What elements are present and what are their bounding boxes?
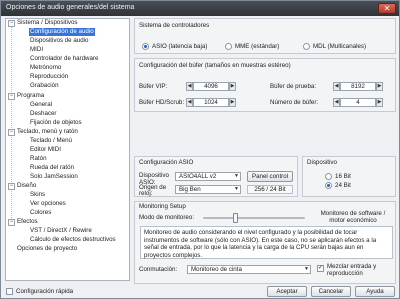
spin-down-icon[interactable]: ◀ [333, 98, 340, 107]
hdscrub-buffer-label: Búfer HD/Scrub: [139, 99, 185, 106]
test-buffer-field[interactable]: 8192 [340, 82, 376, 91]
test-buffer-label: Búfer de prueba: [270, 83, 317, 90]
chevron-down-icon: ▼ [234, 186, 239, 192]
tree-group-system-devices[interactable]: Sistema / Dispositivos [17, 19, 78, 27]
hdscrub-buffer-field[interactable]: 1024 [193, 98, 229, 107]
settings-tree[interactable]: − Sistema / Dispositivos Configuración d… [5, 18, 130, 281]
spin-up-icon[interactable]: ▶ [229, 98, 236, 107]
vip-buffer-label: Búfer VIP: [139, 83, 168, 90]
mdl-label[interactable]: MDL (Multicanales) [313, 43, 366, 50]
chevron-down-icon: ▼ [234, 173, 239, 179]
asio-label[interactable]: ASIO (latencia baja) [152, 43, 207, 50]
monitoring-slider-right-label: Monitoreo de software / motor económico [320, 210, 386, 224]
asio-radio[interactable] [142, 43, 149, 50]
tree-item-metronome[interactable]: Metrónomo [30, 64, 61, 72]
collapse-icon[interactable]: − [8, 219, 15, 226]
tree-item-undo[interactable]: Deshacer [30, 110, 56, 118]
window-title: Opciones de audio generales/del sistema [6, 4, 135, 11]
mix-input-label[interactable]: Mezclar entrada y reproducción [327, 263, 393, 277]
spin-down-icon[interactable]: ◀ [333, 82, 340, 91]
clock-source-select[interactable]: Big Ben ▼ [175, 185, 241, 194]
driver-system-group: Sistema de controladores ASIO (latencia … [134, 18, 396, 54]
asio-config-group: Configuración ASIO Dispositivo ASIO: ASI… [134, 156, 298, 197]
tree-item-jamsession[interactable]: Solo JamSession [30, 173, 78, 181]
device-group: Dispositivo 16 Bit 24 Bit [302, 156, 396, 197]
spin-up-icon[interactable]: ▶ [376, 82, 383, 91]
tree-item-keyboard-menu[interactable]: Teclado / Menú [30, 137, 72, 145]
monitoring-title: Monitoring Setup [139, 203, 186, 210]
chevron-down-icon: ▼ [304, 266, 309, 272]
tree-item-skins[interactable]: Skins [30, 191, 45, 199]
switching-value: Monitoreo de cinta [191, 266, 242, 273]
mix-input-checkbox[interactable]: ✓ [317, 265, 324, 272]
help-button[interactable]: Ayuda [355, 286, 395, 297]
buffer-config-group: Configuración del búfer (tamaños en mues… [134, 58, 396, 112]
tree-item-recording[interactable]: Grabación [30, 82, 59, 90]
asio-config-title: Configuración ASIO [139, 159, 194, 166]
collapse-icon[interactable]: − [8, 20, 15, 27]
tree-item-colors[interactable]: Colores [30, 209, 51, 217]
monitoring-slider-track[interactable] [203, 217, 305, 219]
tree-item-view-options[interactable]: Ver opciones [30, 200, 66, 208]
close-button[interactable]: ✕ [378, 3, 396, 14]
collapse-icon[interactable]: − [8, 129, 15, 136]
tree-item-object-snap[interactable]: Fijación de objetos [30, 119, 82, 127]
16bit-label[interactable]: 16 Bit [335, 173, 351, 180]
monitoring-mode-label: Modo de monitoreo: [139, 214, 195, 221]
accept-button[interactable]: Aceptar [267, 286, 307, 297]
spin-down-icon[interactable]: ◀ [186, 82, 193, 91]
switching-select[interactable]: Monitoreo de cinta ▼ [187, 265, 311, 274]
mme-label[interactable]: MME (estándar) [235, 43, 279, 50]
tree-item-mouse-wheel[interactable]: Rueda del ratón [30, 164, 74, 172]
device-title: Dispositivo [307, 159, 337, 166]
control-panel-button[interactable]: Panel control [247, 171, 293, 182]
24bit-radio[interactable] [325, 182, 332, 189]
spin-up-icon[interactable]: ▶ [229, 82, 236, 91]
mme-radio[interactable] [225, 43, 232, 50]
tree-item-audio-config[interactable]: Configuración de audio [29, 28, 95, 36]
spin-up-icon[interactable]: ▶ [376, 98, 383, 107]
monitoring-description: Monitoreo de audio considerando el nivel… [140, 226, 393, 259]
tree-item-destructive-effects[interactable]: Cálculo de efectos destructivos [30, 236, 116, 244]
tree-item-playback[interactable]: Reproducción [30, 73, 68, 81]
tree-group-design[interactable]: Diseño [17, 182, 36, 190]
spin-down-icon[interactable]: ◀ [186, 98, 193, 107]
switching-label: Conmutación: [139, 266, 178, 273]
channel-readout: 256 / 24 Bit [247, 185, 293, 194]
asio-device-select[interactable]: ASIO4ALL v2 ▼ [175, 172, 241, 181]
quick-config-checkbox[interactable] [6, 288, 13, 295]
driver-system-title: Sistema de controladores [139, 22, 210, 29]
tree-item-hardware-controller[interactable]: Controlador de hardware [30, 55, 98, 63]
tree-group-program[interactable]: Programa [17, 92, 44, 100]
buffer-count-label: Número de búfer: [270, 99, 319, 106]
tree-connector [11, 23, 12, 224]
collapse-icon[interactable]: − [8, 93, 15, 100]
tree-item-midi-editor[interactable]: Editor MIDI [30, 146, 61, 154]
tree-item-audio-devices[interactable]: Dispositivos de audio [30, 37, 88, 45]
buffer-count-field[interactable]: 4 [340, 98, 376, 107]
quick-config-label[interactable]: Configuración rápida [16, 288, 73, 295]
audio-options-window: Opciones de audio generales/del sistema … [0, 0, 400, 299]
asio-device-value: ASIO4ALL v2 [179, 173, 217, 180]
16bit-radio[interactable] [325, 173, 332, 180]
title-bar[interactable]: Opciones de audio generales/del sistema … [1, 1, 399, 16]
tree-item-general[interactable]: General [30, 101, 52, 109]
tree-item-project-options[interactable]: Opciones de proyecto [17, 245, 77, 253]
vip-buffer-field[interactable]: 4096 [193, 82, 229, 91]
monitoring-slider-handle[interactable] [233, 213, 239, 223]
mdl-radio[interactable] [303, 43, 310, 50]
monitoring-group: Monitoring Setup Modo de monitoreo: Moni… [134, 201, 396, 284]
cancel-button[interactable]: Cancelar [311, 286, 351, 297]
tree-group-effects[interactable]: Efectos [17, 218, 38, 226]
buffer-config-title: Configuración del búfer (tamaños en mues… [139, 62, 291, 69]
tree-item-mouse[interactable]: Ratón [30, 155, 47, 163]
tree-item-vst-directx[interactable]: VST / DirectX / Rewire [30, 227, 92, 235]
collapse-icon[interactable]: − [8, 183, 15, 190]
clock-source-value: Big Ben [179, 186, 201, 193]
tree-group-keyboard[interactable]: Teclado, menú y ratón [17, 128, 78, 136]
clock-source-label: Origen de reloj: [139, 184, 167, 197]
24bit-label[interactable]: 24 Bit [335, 182, 351, 189]
tree-item-midi[interactable]: MIDI [30, 46, 43, 54]
